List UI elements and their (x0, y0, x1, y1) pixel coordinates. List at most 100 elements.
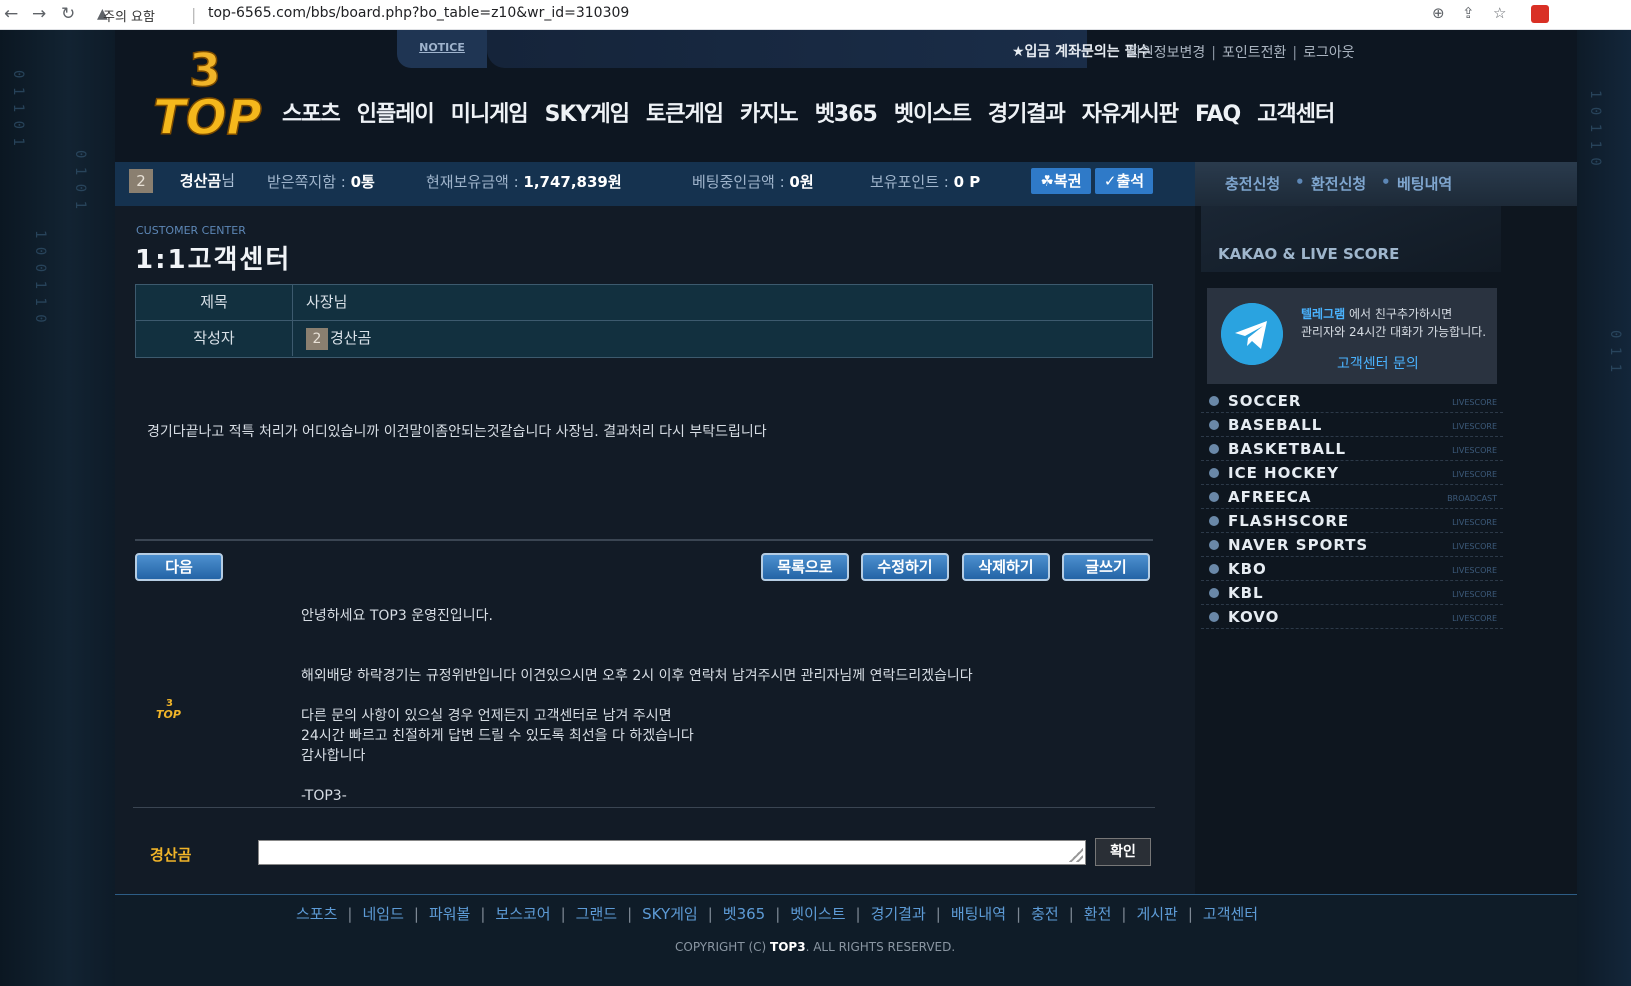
bookmark-star-icon[interactable]: ☆ (1493, 4, 1506, 22)
footer-link[interactable]: 스포츠 (296, 905, 337, 923)
attendance-button[interactable]: ✓출석 (1095, 168, 1153, 194)
footer-link[interactable]: 네임드 (362, 905, 403, 923)
footer-link[interactable]: 고객센터 (1203, 905, 1258, 923)
nav-sports[interactable]: 스포츠 (282, 96, 341, 128)
comment-submit-button[interactable]: 확인 (1095, 838, 1151, 866)
footer-nav: 스포츠 | 네임드 | 파워볼 | 보스코어 | 그랜드 | SKY게임 | 벳365 | 벳이스트 | 경기결… (296, 903, 1258, 924)
username: 경산곰 (179, 171, 222, 190)
score-link-baseball[interactable]: BASEBALL LIVESCORE (1201, 413, 1503, 437)
zoom-icon[interactable]: ⊕ (1432, 4, 1445, 22)
divider: | (855, 905, 861, 923)
customer-inquiry-link[interactable]: 고객센터 문의 (1337, 353, 1419, 373)
dot-separator: • (1295, 173, 1305, 191)
point-label: 보유포인트 : (870, 173, 954, 191)
nav-beteast[interactable]: 벳이스트 (894, 96, 972, 128)
right-sidebar: KAKAO & LIVE SCORE 텔레그램 에서 친구추가하시면 관리자와 … (1195, 206, 1577, 894)
footer-link[interactable]: 벳이스트 (790, 905, 845, 923)
live-score-list: SOCCER LIVESCORE BASEBALL LIVESCORE BASKET… (1201, 389, 1503, 629)
lottery-button[interactable]: ☘복권 (1031, 168, 1091, 194)
point-convert-link[interactable]: 포인트전환 (1222, 45, 1286, 61)
share-icon[interactable]: ⇪ (1462, 4, 1475, 22)
site-footer: 스포츠 | 네임드 | 파워볼 | 보스코어 | 그랜드 | SKY게임 | 벳365 | 벳이스트 | 경기결… (115, 894, 1577, 986)
write-button[interactable]: 글쓰기 (1062, 553, 1150, 581)
divider: | (1016, 905, 1022, 923)
score-link-soccer[interactable]: SOCCER LIVESCORE (1201, 389, 1503, 413)
nav-bet365[interactable]: 벳365 (815, 96, 878, 128)
score-name: BASKETBALL (1228, 440, 1347, 458)
security-warning[interactable]: 주의 요함 (103, 6, 155, 25)
divider: | (707, 905, 713, 923)
next-post-button[interactable]: 다음 (135, 553, 223, 581)
user-utility-links: 회원정보변경 | 포인트전환 | 로그아웃 (1128, 42, 1355, 62)
score-tag: BROADCAST (1447, 494, 1497, 503)
score-link-kbl[interactable]: KBL LIVESCORE (1201, 581, 1503, 605)
forward-icon[interactable]: → (32, 4, 46, 24)
naver-icon (1209, 540, 1219, 550)
edit-button[interactable]: 수정하기 (861, 553, 949, 581)
attendance-label: 출석 (1116, 172, 1145, 190)
nav-faq[interactable]: FAQ (1195, 102, 1241, 127)
footer-link[interactable]: 충전 (1031, 905, 1059, 923)
score-tag: LIVESCORE (1452, 470, 1497, 479)
balance-label: 현재보유금액 : (426, 173, 524, 191)
nav-results[interactable]: 경기결과 (988, 96, 1066, 128)
divider: | (347, 905, 353, 923)
nav-customer-center[interactable]: 고객센터 (1257, 96, 1335, 128)
footer-link[interactable]: SKY게임 (642, 905, 698, 923)
score-link-kbo[interactable]: KBO LIVESCORE (1201, 557, 1503, 581)
score-link-icehockey[interactable]: ICE HOCKEY LIVESCORE (1201, 461, 1503, 485)
withdraw-request-link[interactable]: 환전신청 (1311, 173, 1366, 194)
pdf-extension-icon[interactable] (1531, 5, 1549, 23)
footer-link[interactable]: 그랜드 (576, 905, 617, 923)
divider: | (1068, 905, 1074, 923)
score-link-afreeca[interactable]: AFREECA BROADCAST (1201, 485, 1503, 509)
footer-link[interactable]: 게시판 (1136, 905, 1177, 923)
list-button[interactable]: 목록으로 (761, 553, 849, 581)
footer-link[interactable]: 벳365 (723, 905, 765, 923)
score-link-flashscore[interactable]: FLASHSCORE LIVESCORE (1201, 509, 1503, 533)
admin-reply: 안녕하세요 TOP3 운영진입니다. 해외배당 하락경기는 규정위반입니다 이견… (301, 606, 973, 806)
comment-input[interactable] (258, 840, 1086, 865)
footer-link[interactable]: 환전 (1084, 905, 1112, 923)
divider: | (1187, 905, 1193, 923)
footer-link[interactable]: 배팅내역 (951, 905, 1006, 923)
nav-minigame[interactable]: 미니게임 (451, 96, 529, 128)
edit-profile-link[interactable]: 회원정보변경 (1128, 45, 1205, 61)
reply-spacer (301, 626, 973, 646)
back-icon[interactable]: ← (4, 4, 18, 24)
score-link-naversports[interactable]: NAVER SPORTS LIVESCORE (1201, 533, 1503, 557)
nav-tokengame[interactable]: 토큰게임 (646, 96, 724, 128)
telegram-brand: 텔레그램 (1301, 307, 1346, 321)
score-link-kovo[interactable]: KOVO LIVESCORE (1201, 605, 1503, 629)
nav-inplay[interactable]: 인플레이 (357, 96, 435, 128)
site-header: 3 TOP NOTICE ★입금 계좌문의는 필수 회원정보변경 | 포인트전환 | 로… (115, 30, 1577, 162)
reply-signature: -TOP3- (301, 788, 347, 804)
nav-freeboard[interactable]: 자유게시판 (1082, 96, 1179, 128)
score-name: AFREECA (1228, 488, 1312, 506)
score-link-basketball[interactable]: BASKETBALL LIVESCORE (1201, 437, 1503, 461)
nav-skygame[interactable]: SKY게임 (545, 96, 630, 128)
telegram-banner[interactable]: 텔레그램 에서 친구추가하시면 관리자와 24시간 대화가 가능합니다. 고객센… (1207, 288, 1497, 384)
score-tag: LIVESCORE (1452, 542, 1497, 551)
delete-button[interactable]: 삭제하기 (962, 553, 1050, 581)
nav-casino[interactable]: 카지노 (740, 96, 799, 128)
author-name[interactable]: 경산곰 (330, 329, 371, 347)
site-container: 3 TOP NOTICE ★입금 계좌문의는 필수 회원정보변경 | 포인트전환 | 로… (115, 30, 1577, 986)
notice-tab[interactable]: NOTICE (397, 30, 487, 68)
telegram-text-rest: 에서 친구추가하시면 (1345, 307, 1453, 321)
divider: | (627, 905, 633, 923)
deposit-request-link[interactable]: 충전신청 (1225, 173, 1280, 194)
address-bar[interactable]: top-6565.com/bbs/board.php?bo_table=z10&… (208, 5, 629, 21)
reload-icon[interactable]: ↻ (61, 4, 75, 24)
volleyball-icon (1209, 612, 1219, 622)
footer-link[interactable]: 경기결과 (871, 905, 926, 923)
page-title: 1:1고객센터 (135, 245, 292, 275)
footer-link[interactable]: 보스코어 (495, 905, 550, 923)
divider: | (560, 905, 566, 923)
resize-handle[interactable] (1069, 848, 1083, 862)
logout-link[interactable]: 로그아웃 (1303, 45, 1355, 61)
message-box[interactable]: 받은쪽지함 : 0통 (267, 171, 375, 192)
top3-logo[interactable]: 3 TOP (151, 42, 263, 142)
bet-history-link[interactable]: 베팅내역 (1397, 173, 1452, 194)
footer-link[interactable]: 파워볼 (429, 905, 470, 923)
